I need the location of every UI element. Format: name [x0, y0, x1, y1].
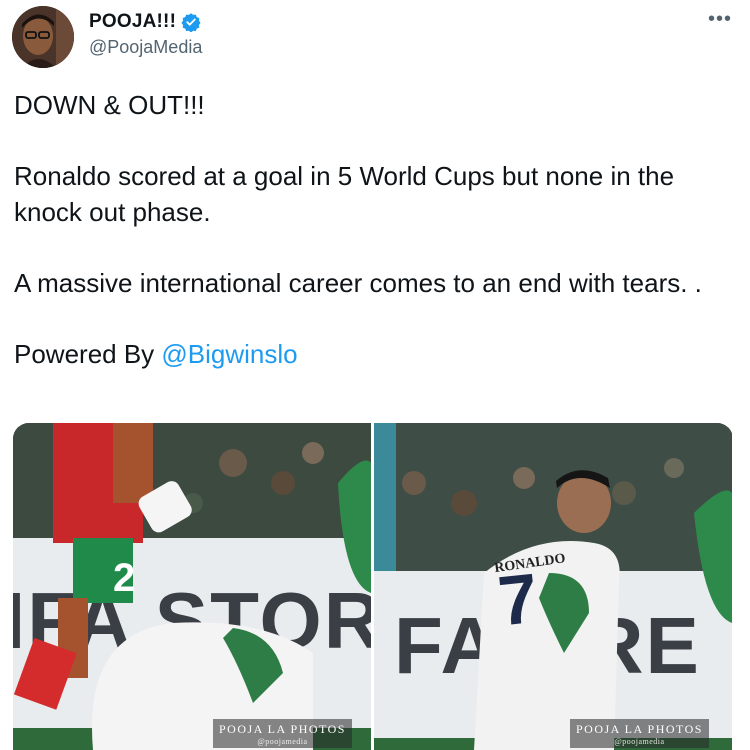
tweet-line-powered: Powered By @Bigwinslo	[14, 336, 734, 372]
more-options-icon[interactable]: •••	[708, 8, 732, 31]
avatar[interactable]	[12, 6, 74, 68]
author-handle[interactable]: @PoojaMedia	[89, 37, 202, 58]
tweet-line-body: Ronaldo scored at a goal in 5 World Cups…	[14, 161, 675, 227]
watermark-handle: @poojamedia	[614, 737, 665, 746]
watermark: POOJA LA PHOTOS @poojamedia	[570, 719, 709, 748]
verified-badge-icon	[181, 12, 201, 33]
tweet-line-headline: DOWN & OUT!!!	[14, 90, 205, 120]
watermark-title: POOJA LA PHOTOS	[219, 722, 346, 736]
photo-1[interactable]: IFA STORE 2 POOJA LA PHOTOS @poojamedia	[13, 423, 371, 750]
tweet-text: DOWN & OUT!!! Ronaldo scored at a goal i…	[14, 87, 734, 372]
watermark: POOJA LA PHOTOS @poojamedia	[213, 719, 352, 748]
tweet-line-career: A massive international career comes to …	[14, 268, 702, 298]
watermark-handle: @poojamedia	[257, 737, 308, 746]
jersey-number-photo2: 7	[495, 559, 542, 641]
author-name[interactable]: POOJA!!!	[89, 11, 201, 33]
jersey-number: 2	[113, 556, 135, 600]
mention-link[interactable]: @Bigwinslo	[161, 339, 297, 369]
photo-2[interactable]: FA ORE RONALDO 7 POOJA LA PHOTOS @poojam…	[374, 423, 732, 750]
watermark-title: POOJA LA PHOTOS	[576, 722, 703, 736]
media-grid: IFA STORE 2 POOJA LA PHOTOS @poojamedia	[13, 423, 733, 750]
author-display-name: POOJA!!!	[89, 11, 177, 32]
powered-prefix: Powered By	[14, 339, 162, 369]
